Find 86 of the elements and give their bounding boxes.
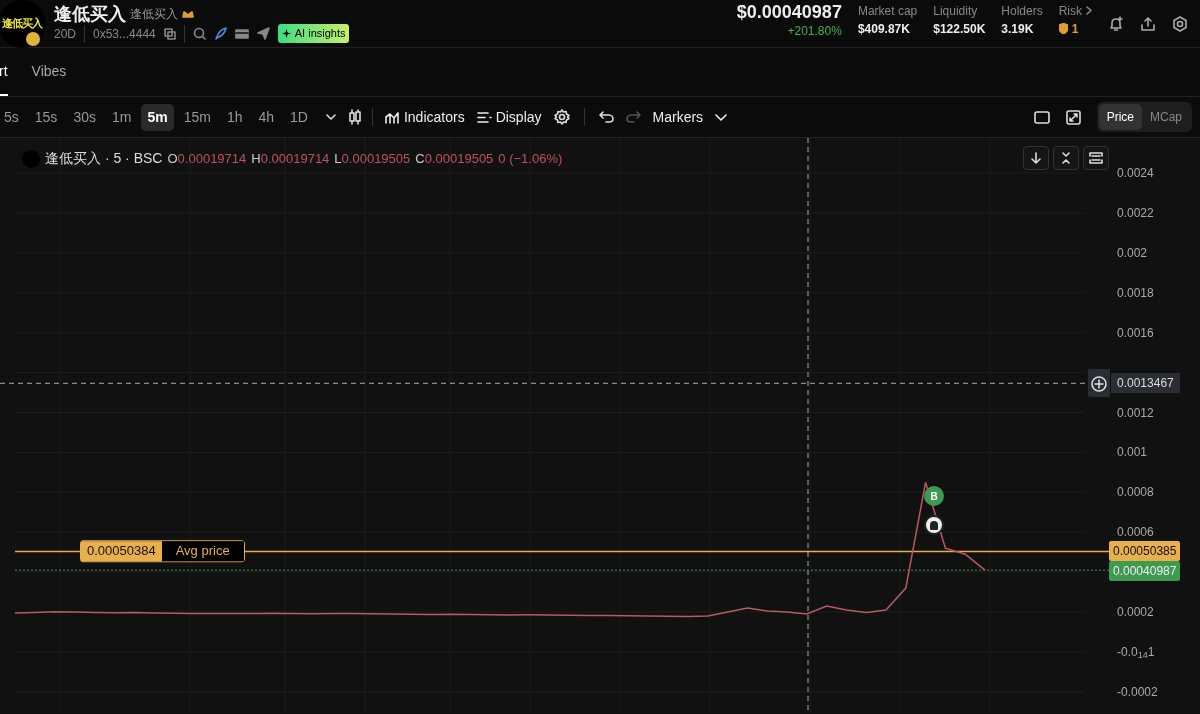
toggle-option[interactable]: Price xyxy=(1098,104,1142,130)
copy-icon[interactable] xyxy=(163,27,176,40)
stat-value: $409.87K xyxy=(857,20,911,38)
axis-label: 0.001 xyxy=(1117,444,1148,462)
share-icon[interactable] xyxy=(1140,15,1156,32)
stat-label: Risk xyxy=(1058,2,1082,20)
stat-label: Holders xyxy=(1001,2,1043,20)
axis-label: 0.0008 xyxy=(1117,484,1154,502)
send-icon[interactable] xyxy=(256,27,270,40)
collapse-icon xyxy=(1061,151,1071,165)
interval-button[interactable]: 15s xyxy=(28,103,64,131)
ohlc-value: L0.00019505 xyxy=(334,149,411,168)
axis-label: 0.002 xyxy=(1117,244,1148,262)
avatar-marker xyxy=(924,515,944,535)
stat-label: Liquidity xyxy=(933,2,979,20)
axis-label: 0.0016 xyxy=(1117,324,1154,342)
interval-button[interactable]: 1m xyxy=(105,103,138,131)
settings-icon[interactable] xyxy=(1172,15,1188,32)
indicators-button[interactable]: Indicators xyxy=(384,106,465,128)
axis-label: 0.0012 xyxy=(1117,404,1154,422)
axis-label: -0.0002 xyxy=(1117,683,1158,701)
fit-button[interactable] xyxy=(1083,146,1109,170)
stat-value: $122.50K xyxy=(933,20,986,38)
display-button[interactable]: Display xyxy=(476,106,542,128)
axis-label: 0.0018 xyxy=(1117,284,1154,302)
tab[interactable]: rt xyxy=(0,61,8,96)
interval-button[interactable]: 1D xyxy=(284,103,314,131)
frame-icon xyxy=(1089,152,1103,164)
chart-symbol: 逢低买入 · 5 · BSC xyxy=(45,149,163,168)
risk-count: 1 xyxy=(1071,20,1079,38)
markers-button[interactable]: Markers xyxy=(652,106,728,128)
ohlc-value: C0.00019505 xyxy=(415,149,494,168)
token-subname: 逢低买入 xyxy=(130,6,178,24)
chevron-down-icon xyxy=(715,113,728,121)
expand-icon[interactable] xyxy=(1065,109,1081,125)
stat-value: 3.19K xyxy=(1001,20,1035,38)
last-price-tag: 0.00040987 xyxy=(1109,561,1181,581)
card-icon[interactable] xyxy=(234,27,249,40)
interval-button[interactable]: 30s xyxy=(67,103,102,131)
axis-label: 0.0002 xyxy=(1117,604,1154,622)
interval-button[interactable]: 4h xyxy=(252,103,281,131)
add-button[interactable] xyxy=(1088,369,1110,397)
shield-icon xyxy=(1058,23,1068,34)
list-icon xyxy=(476,110,492,124)
ohlc-value: O0.00019714 xyxy=(167,149,247,168)
search-icon[interactable] xyxy=(192,27,206,40)
ai-insights-badge[interactable]: AI insights xyxy=(277,24,350,43)
tab[interactable]: Vibes xyxy=(31,61,67,96)
axis-label: 0.0022 xyxy=(1117,205,1154,222)
price-change: +201.80% xyxy=(787,22,842,40)
collapse-button[interactable] xyxy=(1053,146,1079,170)
interval-button[interactable]: 5s xyxy=(0,103,25,131)
avg-price-tag: 0.00050385 xyxy=(1109,541,1181,561)
interval-button[interactable]: 5m xyxy=(141,103,174,131)
interval-button[interactable]: 1h xyxy=(220,103,249,131)
square-icon[interactable] xyxy=(1033,110,1050,124)
chevron-down-icon[interactable] xyxy=(325,114,336,120)
ohlc-value: H0.00019714 xyxy=(251,149,330,168)
arrow-down-icon xyxy=(1031,152,1041,164)
crosshair-price-tag: 0.0013467 xyxy=(1111,373,1180,393)
token-age: 20D xyxy=(54,25,76,43)
buy-marker: B xyxy=(924,486,944,506)
plus-icon xyxy=(1091,375,1107,392)
token-price: $0.00040987 xyxy=(736,1,842,22)
crown-icon xyxy=(182,9,194,20)
stat-label: Market cap xyxy=(857,2,918,20)
undo-icon[interactable] xyxy=(598,111,614,123)
logo-text: 逢低买入 xyxy=(2,16,42,32)
chart-icon xyxy=(384,110,400,124)
token-name: 逢低买入 xyxy=(54,4,126,25)
bell-icon[interactable] xyxy=(1108,15,1124,32)
contract-address: 0x53...4444 xyxy=(93,25,156,43)
axis-label: -0.0$_{14}$1 xyxy=(1117,643,1155,661)
axis-label: 0.0006 xyxy=(1117,524,1154,542)
chevron-right-icon[interactable] xyxy=(1086,6,1092,15)
avg-price-value: 0.00050384 xyxy=(81,541,162,561)
legend-change: 0 (−1.06%) xyxy=(498,149,563,168)
coin-icon xyxy=(26,31,40,46)
candlestick-icon[interactable] xyxy=(347,109,362,125)
axis-label: 0.0024 xyxy=(1117,165,1154,183)
scroll-down-button[interactable] xyxy=(1023,146,1049,170)
sparkle-icon xyxy=(281,29,291,38)
feather-icon[interactable] xyxy=(213,27,227,40)
interval-button[interactable]: 15m xyxy=(177,103,217,131)
avg-price-text: Avg price xyxy=(161,541,244,561)
toggle-option[interactable]: MCap xyxy=(1142,104,1190,130)
